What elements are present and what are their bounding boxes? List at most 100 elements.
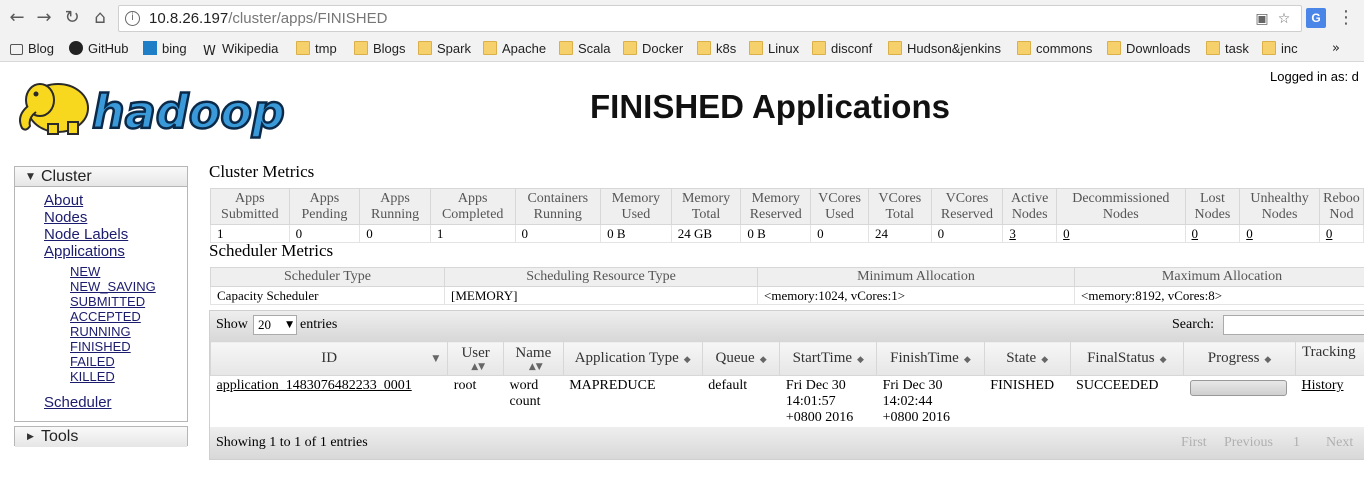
finish-time-cell: Fri Dec 30 14:02:44 +0800 2016	[876, 375, 985, 428]
bookmark-label: Spark	[437, 41, 471, 56]
scheduler-metrics-title: Scheduler Metrics	[209, 241, 334, 260]
collapse-triangle-icon: ▼	[27, 172, 34, 182]
nav-link-new[interactable]: NEW	[70, 264, 100, 279]
extension-icon[interactable]: G	[1306, 8, 1326, 28]
application-id-link[interactable]: application_1483076482233_0001	[217, 378, 412, 393]
bookmark-linux[interactable]: Linux	[749, 40, 799, 58]
forward-arrow-icon[interactable]: →	[32, 6, 56, 30]
cluster-metric-link[interactable]: 0	[1063, 226, 1070, 241]
nav-link-applications[interactable]: Applications	[44, 243, 125, 260]
cluster-metric-header-line: Nodes	[1194, 206, 1231, 222]
bookmark-docker[interactable]: Docker	[623, 40, 683, 58]
bookmarks-overflow-chevron[interactable]: »	[1332, 40, 1340, 58]
sort-icon: ◆	[1264, 355, 1272, 365]
column-header-queue[interactable]: Queue ◆	[701, 341, 781, 376]
bookmark-apache[interactable]: Apache	[483, 40, 546, 58]
cluster-metric-value: 24 GB	[670, 224, 742, 243]
nav-link-nodes[interactable]: Nodes	[44, 209, 87, 226]
nav-link-finished[interactable]: FINISHED	[70, 339, 131, 354]
bookmark-downloads[interactable]: Downloads	[1107, 40, 1190, 58]
nav-link-killed[interactable]: KILLED	[70, 369, 115, 384]
bookmark-task[interactable]: task	[1206, 40, 1249, 58]
sort-icon: ◆	[1159, 355, 1167, 365]
cluster-metric-link[interactable]: 3	[1009, 226, 1016, 241]
nav-link-failed[interactable]: FAILED	[70, 354, 115, 369]
column-header-finish-time[interactable]: FinishTime ◆	[876, 341, 985, 376]
start-time-line: +0800 2016	[785, 410, 854, 425]
bookmark-github[interactable]: GitHub	[69, 40, 128, 58]
star-icon[interactable]: ☆	[1275, 10, 1293, 28]
nav-link-scheduler[interactable]: Scheduler	[44, 394, 112, 411]
column-header-progress[interactable]: Progress ◆	[1183, 341, 1297, 376]
cluster-metric-header-line: Containers	[527, 190, 589, 206]
bookmark-label: k8s	[716, 41, 737, 56]
bookmark-blogs[interactable]: Blogs	[354, 40, 406, 58]
search-label: Search:	[1172, 317, 1214, 332]
bookmark-spark[interactable]: Spark	[418, 40, 471, 58]
cluster-metric-header-line: Total	[885, 206, 915, 222]
nav-link-new-saving[interactable]: NEW_SAVING	[70, 279, 156, 294]
tools-nav-header[interactable]: ▶ Tools	[15, 427, 187, 447]
cluster-metrics-header-row: Apps Submitted Apps Pending Apps Running Apps C…	[210, 188, 1364, 225]
cluster-metric-header-line: Apps	[309, 190, 340, 206]
bookmark-tmp[interactable]: tmp	[296, 40, 337, 58]
bookmark-wikipedia[interactable]: W Wikipedia	[203, 40, 278, 59]
tools-nav-title: Tools	[41, 428, 79, 445]
pager-first[interactable]: First	[1181, 435, 1207, 451]
column-header-name[interactable]: Name ▲▼	[502, 341, 564, 376]
translate-icon[interactable]: ▣	[1253, 10, 1271, 28]
cluster-metric-link[interactable]: 0	[1192, 226, 1199, 241]
bookmark-blog[interactable]: Blog	[10, 40, 54, 58]
folder-icon	[812, 41, 826, 55]
back-arrow-icon[interactable]: ←	[5, 6, 29, 30]
sort-icon: ◆	[857, 355, 864, 365]
sort-icon: ▲▼	[471, 362, 486, 372]
page-title: FINISHED Applications	[590, 88, 950, 125]
bookmark-commons[interactable]: commons	[1017, 40, 1092, 58]
home-icon[interactable]: ⌂	[88, 6, 112, 30]
bookmark-hudson-jenkins[interactable]: Hudson&jenkins	[888, 40, 1001, 58]
tools-nav-panel[interactable]: ▶ Tools	[14, 426, 188, 447]
column-label: Application Type	[574, 350, 679, 366]
cluster-metric-value: 0	[1239, 224, 1320, 243]
reload-icon[interactable]: ↻	[60, 6, 84, 30]
column-header-start-time[interactable]: StartTime ◆	[779, 341, 878, 376]
pager-previous[interactable]: Previous	[1224, 435, 1273, 451]
bookmark-scala[interactable]: Scala	[559, 40, 611, 58]
tracking-history-link[interactable]: History	[1302, 378, 1344, 393]
info-icon[interactable]: i	[125, 11, 140, 26]
nav-link-accepted[interactable]: ACCEPTED	[70, 309, 141, 324]
cluster-metric-header-line: Memory	[611, 190, 660, 206]
column-header-user[interactable]: User ▲▼	[447, 341, 504, 376]
column-header-application-type[interactable]: Application Type ◆	[562, 341, 703, 376]
search-input[interactable]	[1223, 315, 1364, 335]
column-header-final-status[interactable]: FinalStatus ◆	[1069, 341, 1185, 376]
pager-page-1[interactable]: 1	[1293, 435, 1300, 451]
nav-link-node-labels[interactable]: Node Labels	[44, 226, 128, 243]
address-bar[interactable]: i 10.8.26.197/cluster/apps/FINISHED ▣ ☆	[118, 5, 1302, 32]
wikipedia-icon: W	[203, 44, 216, 59]
name-cell: word count	[503, 375, 564, 428]
nav-link-about[interactable]: About	[44, 192, 83, 209]
bookmark-bing[interactable]: bing	[143, 40, 187, 58]
column-header-state[interactable]: State ◆	[983, 341, 1071, 376]
bookmark-inc[interactable]: inc	[1262, 40, 1298, 58]
cluster-metric-link[interactable]: 0	[1326, 226, 1333, 241]
bookmark-label: tmp	[315, 41, 337, 56]
nav-link-submitted[interactable]: SUBMITTED	[70, 294, 145, 309]
column-header-id[interactable]: ID ▼	[209, 341, 449, 376]
bookmark-k8s[interactable]: k8s	[697, 40, 736, 58]
pager-next[interactable]: Next	[1326, 435, 1353, 451]
cluster-metric-value: 0	[1184, 224, 1241, 243]
hadoop-logo[interactable]: hadoop	[14, 70, 314, 142]
bookmark-disconf[interactable]: disconf	[812, 40, 872, 58]
nav-link-running[interactable]: RUNNING	[70, 324, 131, 339]
cluster-metric-link[interactable]: 0	[1246, 226, 1253, 241]
page-size-select[interactable]: 20 ▼	[253, 315, 297, 335]
menu-icon[interactable]: ⋮	[1336, 6, 1356, 30]
cluster-metric-value: 0	[1318, 224, 1364, 243]
cluster-nav-header[interactable]: ▼ Cluster	[15, 167, 187, 187]
cluster-metric-header-line: VCores	[818, 190, 861, 206]
column-header-tracking[interactable]: Tracking	[1295, 341, 1364, 376]
cluster-metric-value: 0	[514, 224, 602, 243]
